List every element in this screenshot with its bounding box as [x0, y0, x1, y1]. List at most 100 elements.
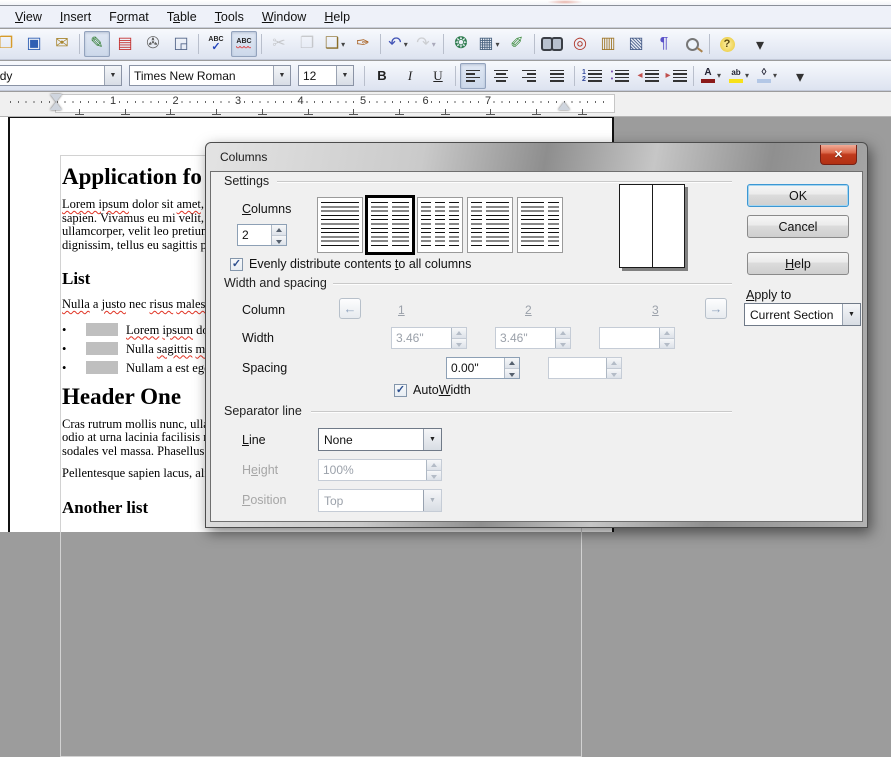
toolbar-overflow-icon[interactable]: ▾	[787, 61, 813, 90]
menu-view[interactable]: View	[6, 7, 51, 27]
chevron-down-icon[interactable]: ▾	[745, 71, 749, 80]
chevron-down-icon: ▾	[432, 40, 436, 49]
tab-stop-marker[interactable]	[578, 109, 587, 115]
toolbar-overflow-icon[interactable]: ▾	[747, 29, 773, 58]
tab-stop-marker[interactable]	[349, 109, 358, 115]
chevron-down-icon[interactable]: ▾	[496, 40, 500, 49]
clone-formatting-icon[interactable]: ✑	[350, 31, 376, 57]
redo-icon: ↷▾	[413, 31, 439, 57]
italic-icon[interactable]: I	[397, 63, 423, 89]
email-icon[interactable]: ✉	[49, 31, 75, 57]
preset-one-column[interactable]	[317, 197, 363, 253]
chevron-down-icon[interactable]: ▾	[341, 40, 345, 49]
decrease-indent-icon[interactable]: ◂	[635, 63, 661, 89]
find-replace-icon[interactable]	[539, 31, 565, 57]
line-style-dropdown[interactable]: None ▼	[318, 428, 442, 451]
bullet-icon: •	[62, 321, 72, 340]
tab-stop-marker[interactable]	[532, 109, 541, 115]
chevron-down-icon[interactable]: ▼	[423, 429, 441, 450]
bold-icon[interactable]: B	[369, 63, 395, 89]
autowidth-checkbox[interactable]: ✓	[394, 384, 407, 397]
tab-stop-marker[interactable]	[441, 109, 450, 115]
paragraph-style-combo[interactable]: ext body ▼	[0, 65, 122, 86]
spin-down-icon[interactable]	[272, 236, 286, 246]
horizontal-ruler[interactable]: 1234567	[0, 92, 891, 117]
previous-column-button[interactable]: ←	[339, 298, 361, 319]
bulleted-list-icon[interactable]: • •	[607, 63, 633, 89]
align-left-icon[interactable]	[460, 63, 486, 89]
menu-format[interactable]: Format	[100, 7, 158, 27]
preset-two-columns[interactable]	[365, 195, 415, 255]
font-color-icon[interactable]: A▾	[698, 63, 724, 89]
tab-stop-marker[interactable]	[258, 109, 267, 115]
chevron-down-icon[interactable]: ▼	[842, 304, 860, 325]
tab-stop-marker[interactable]	[212, 109, 221, 115]
menu-window[interactable]: Window	[253, 7, 315, 27]
spellcheck-icon[interactable]: ABC✓	[203, 31, 229, 57]
help-icon[interactable]: ?	[714, 31, 740, 57]
next-column-button[interactable]: →	[705, 298, 727, 319]
evenly-distribute-checkbox[interactable]: ✓	[230, 258, 243, 271]
export-pdf-icon[interactable]: ▤	[112, 31, 138, 57]
apply-to-dropdown[interactable]: Current Section ▼	[744, 303, 861, 326]
open-icon[interactable]: ❒	[0, 31, 19, 57]
tab-stop-marker[interactable]	[486, 109, 495, 115]
preset-narrow-left[interactable]	[467, 197, 513, 253]
window-close-glow	[548, 0, 582, 4]
tab-stop-marker[interactable]	[121, 109, 130, 115]
draw-functions-icon[interactable]: ✐	[504, 31, 530, 57]
page-preview-icon[interactable]: ◲	[168, 31, 194, 57]
numbered-list-icon[interactable]: 1 2	[579, 63, 605, 89]
chevron-down-icon[interactable]: ▾	[773, 71, 777, 80]
background-color-icon[interactable]: ◊▾	[754, 63, 780, 89]
menu-table[interactable]: Table	[158, 7, 206, 27]
paste-icon[interactable]: ❑▾	[322, 31, 348, 57]
insert-table-icon[interactable]: ▦▾	[476, 31, 502, 57]
spin-up-icon[interactable]	[272, 225, 286, 236]
ok-button[interactable]: OK	[747, 184, 849, 207]
gallery-icon[interactable]: ▥	[595, 31, 621, 57]
formatting-marks-icon[interactable]: ¶	[651, 31, 677, 57]
chevron-down-icon[interactable]: ▼	[104, 66, 121, 85]
align-right-icon[interactable]	[516, 63, 542, 89]
data-sources-icon[interactable]: ▧	[623, 31, 649, 57]
align-center-icon[interactable]	[488, 63, 514, 89]
highlighting-icon[interactable]: ab▾	[726, 63, 752, 89]
columns-count-spinner[interactable]: 2	[237, 224, 287, 246]
cancel-button[interactable]: Cancel	[747, 215, 849, 238]
menu-help[interactable]: Help	[315, 7, 359, 27]
tab-stop-marker[interactable]	[304, 109, 313, 115]
check-icon: ✓	[396, 385, 405, 395]
underline-icon[interactable]: U	[425, 63, 451, 89]
edit-file-icon[interactable]: ✎	[84, 31, 110, 57]
copy-icon: ❐	[294, 31, 320, 57]
hyperlink-icon[interactable]: ❂	[448, 31, 474, 57]
tab-stop-marker[interactable]	[166, 109, 175, 115]
tab-stop-marker[interactable]	[75, 109, 84, 115]
tab-stop-marker[interactable]	[395, 109, 404, 115]
undo-icon[interactable]: ↶▾	[385, 31, 411, 57]
toolbar-separator	[534, 34, 535, 54]
zoom-icon[interactable]	[679, 31, 705, 57]
navigator-icon[interactable]: ◎	[567, 31, 593, 57]
close-icon[interactable]: ✕	[820, 145, 857, 165]
menu-insert[interactable]: Insert	[51, 7, 100, 27]
font-name-combo[interactable]: Times New Roman ▼	[129, 65, 291, 86]
toolbar-separator	[574, 66, 575, 86]
menu-tools[interactable]: Tools	[206, 7, 253, 27]
chevron-down-icon[interactable]: ▾	[404, 40, 408, 49]
help-button[interactable]: Help	[747, 252, 849, 275]
save-icon[interactable]: ▣	[21, 31, 47, 57]
auto-spellcheck-icon[interactable]: ABC	[231, 31, 257, 57]
chevron-down-icon[interactable]: ▼	[336, 66, 353, 85]
align-justify-icon[interactable]	[544, 63, 570, 89]
chevron-down-icon[interactable]: ▼	[273, 66, 290, 85]
spacing-field-1[interactable]: 0.00"	[446, 357, 520, 379]
increase-indent-icon[interactable]: ▸	[663, 63, 689, 89]
preset-three-columns[interactable]	[417, 197, 463, 253]
print-icon[interactable]: ✇	[140, 31, 166, 57]
preset-narrow-right[interactable]	[517, 197, 563, 253]
font-size-combo[interactable]: 12 ▼	[298, 65, 354, 86]
chevron-down-icon[interactable]: ▾	[717, 71, 721, 80]
ruler-number: 3	[233, 95, 243, 107]
